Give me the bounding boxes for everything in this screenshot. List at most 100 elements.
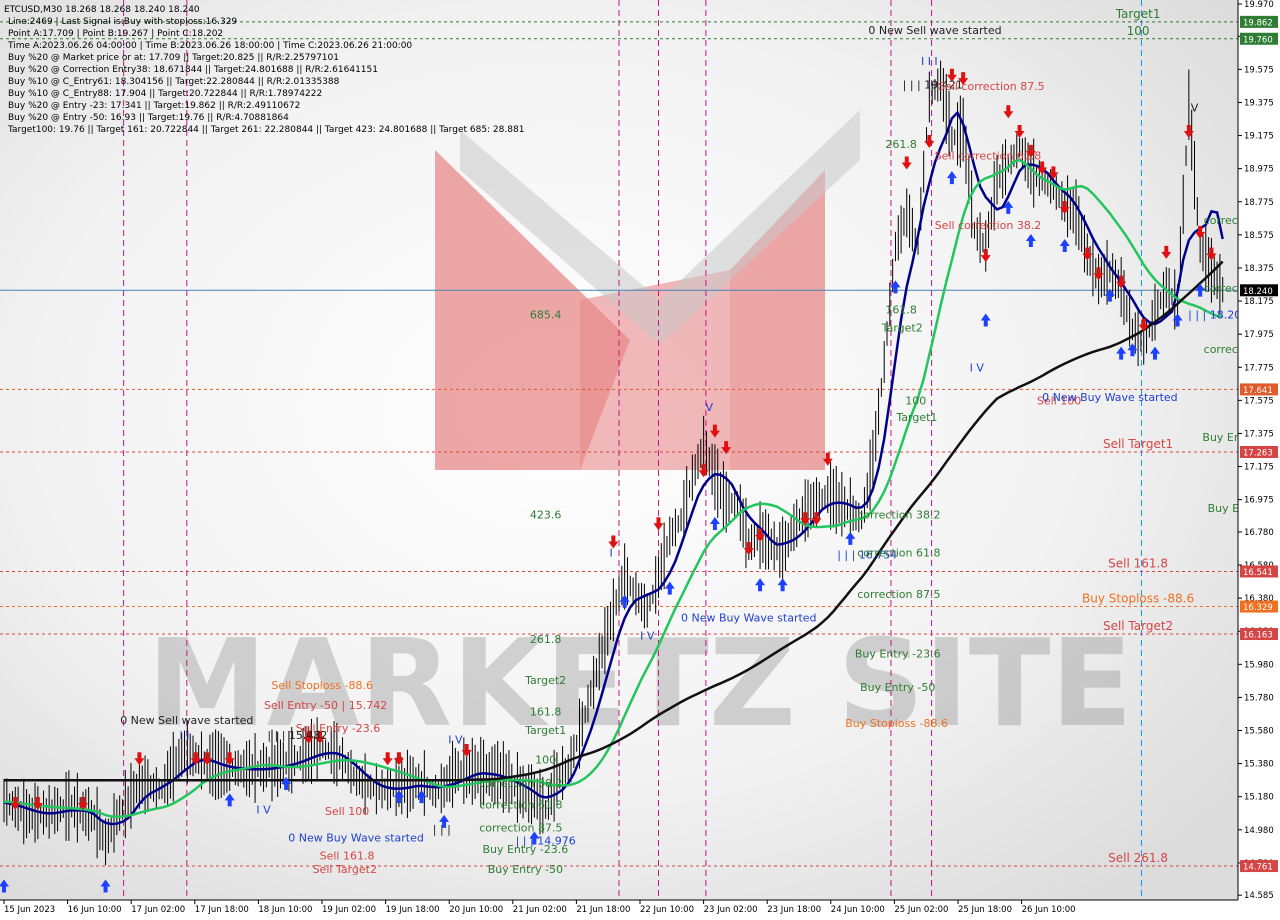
- x-tick-label: 24 Jun 10:00: [831, 905, 885, 915]
- y-tick-label: 18.775: [1244, 198, 1274, 208]
- info-line: Buy %10 @ C_Entry61: 18.304156 || Target…: [8, 77, 340, 87]
- price-tag-text: 17.263: [1243, 448, 1273, 458]
- price-tag-text: 19.862: [1243, 18, 1273, 28]
- info-line: Buy %20 @ Market price or at: 17.709 || …: [8, 53, 339, 63]
- x-tick-label: 17 Jun 02:00: [131, 905, 185, 915]
- x-tick-label: 20 Jun 10:00: [449, 905, 503, 915]
- y-tick-label: 15.380: [1244, 760, 1274, 770]
- y-tick-label: 16.780: [1244, 528, 1274, 538]
- y-tick-label: 16.975: [1244, 496, 1274, 506]
- price-tag-text: 19.760: [1243, 35, 1273, 45]
- annotation-label: 0 New Buy Wave started: [288, 831, 424, 844]
- annotation-label: 0 New Sell wave started: [868, 24, 1001, 37]
- annotation-label: correction 38.2: [857, 509, 940, 522]
- y-tick-label: 17.175: [1244, 463, 1274, 473]
- x-tick-label: 22 Jun 10:00: [640, 905, 694, 915]
- y-tick-label: 19.970: [1244, 0, 1274, 10]
- info-line: Time A:2023.06.26 04:00:00 | Time B:2023…: [7, 41, 412, 51]
- annotation-label: I V: [448, 734, 463, 747]
- price-tag-text: 14.761: [1243, 863, 1273, 873]
- x-tick-label: 17 Jun 18:00: [195, 905, 249, 915]
- annotation-label: I V: [256, 803, 271, 816]
- annotation-label: Buy Entry -50: [860, 681, 935, 694]
- y-tick-label: 19.375: [1244, 98, 1274, 108]
- level-label: Target1: [1115, 7, 1161, 21]
- annotation-label: 161.8: [530, 706, 562, 719]
- price-tag-text: 16.541: [1243, 568, 1273, 578]
- annotation-label: Target1: [895, 411, 937, 424]
- annotation-label: 0 New Sell wave started: [120, 714, 253, 727]
- price-tag-text: 16.163: [1243, 631, 1273, 641]
- annotation-label: Buy Entry -50: [488, 863, 563, 876]
- y-tick-label: 18.175: [1244, 297, 1274, 307]
- y-tick-label: 18.375: [1244, 264, 1274, 274]
- current-price-tag-text: 18.240: [1243, 287, 1273, 297]
- x-tick-label: 25 Jun 02:00: [894, 905, 948, 915]
- y-tick-label: 15.580: [1244, 727, 1274, 737]
- annotation-label: 685.4: [530, 308, 562, 321]
- annotation-label: correction 38.2: [479, 777, 562, 790]
- x-tick-label: 23 Jun 18:00: [767, 905, 821, 915]
- annotation-label: 423.6: [530, 509, 562, 522]
- y-tick-label: 17.575: [1244, 396, 1274, 406]
- annotation-label: Sell 161.8: [320, 850, 375, 863]
- x-tick-label: 21 Jun 18:00: [576, 905, 630, 915]
- annotation-label: correction 61.8: [479, 798, 562, 811]
- y-tick-label: 15.180: [1244, 793, 1274, 803]
- x-tick-label: 21 Jun 02:00: [513, 905, 567, 915]
- level-label: 100: [1127, 24, 1150, 38]
- symbol-header: ETCUSD,M30 18.268 18.268 18.240 18.240: [4, 5, 200, 15]
- level-label: Buy Stoploss -88.6: [1082, 592, 1194, 606]
- info-line: Point A:17.709 | Point B:19.267 | Point …: [8, 29, 223, 39]
- annotation-label: Sell 100: [325, 805, 369, 818]
- annotation-label: I I: [180, 729, 190, 742]
- info-line: Buy %20 @ Entry -23: 17.341 || Target:19…: [8, 101, 300, 111]
- annotation-label: V: [1191, 102, 1199, 115]
- annotation-label: | | | 15.482: [267, 729, 327, 742]
- info-line: Buy %20 @ Entry -50: 16.93 || Target:19.…: [8, 113, 289, 123]
- y-tick-label: 19.175: [1244, 132, 1274, 142]
- annotation-label: Sell Target2: [313, 863, 377, 876]
- x-tick-label: 19 Jun 02:00: [322, 905, 376, 915]
- annotation-label: correction 61.8: [857, 547, 940, 560]
- annotation-label: Target1: [524, 724, 566, 737]
- annotation-label: correction 87.5: [479, 821, 562, 834]
- y-tick-label: 17.975: [1244, 330, 1274, 340]
- annotation-label: I: [609, 547, 612, 560]
- annotation-label: Buy Entry -23.6: [855, 648, 941, 661]
- level-label: Sell 161.8: [1108, 556, 1168, 570]
- annotation-label: correction 87.5: [857, 588, 940, 601]
- x-tick-label: 25 Jun 18:00: [958, 905, 1012, 915]
- annotation-label: Sell correction 87.5: [938, 80, 1045, 93]
- annotation-label: Sell Entry -50 | 15.742: [264, 699, 387, 712]
- annotation-label: 0 New Buy Wave started: [681, 611, 817, 624]
- annotation-label: Buy Stoploss -88.6: [845, 717, 948, 730]
- info-line: Target100: 19.76 || Target 161: 20.72284…: [7, 125, 524, 135]
- x-tick-label: 18 Jun 10:00: [258, 905, 312, 915]
- annotation-label: 0 New Buy Wave started: [1042, 391, 1178, 404]
- x-tick-label: 26 Jun 10:00: [1022, 905, 1076, 915]
- annotation-label: Sell correction 38.2: [935, 219, 1042, 232]
- y-tick-label: 14.980: [1244, 826, 1274, 836]
- annotation-label: I V: [970, 361, 985, 374]
- annotation-label: 261.8: [885, 138, 917, 151]
- y-tick-label: 18.975: [1244, 165, 1274, 175]
- x-tick-label: 16 Jun 10:00: [68, 905, 122, 915]
- annotation-label: Buy Entry -23.6: [482, 843, 568, 856]
- level-label: Sell Target2: [1103, 619, 1173, 633]
- annotation-label: 161.8: [885, 303, 917, 316]
- info-line: Line:2469 | Last Signal is:Buy with stop…: [8, 17, 237, 27]
- y-tick-label: 19.575: [1244, 65, 1274, 75]
- y-tick-label: 17.375: [1244, 429, 1274, 439]
- y-tick-label: 17.775: [1244, 363, 1274, 373]
- annotation-label: Sell Stoploss -88.6: [271, 679, 373, 692]
- level-label: Sell 261.8: [1108, 851, 1168, 865]
- chart-root: MARKETZ SITE Target1 100 Sell Target1 Sell …: [0, 0, 1280, 920]
- annotation-label: | | |: [433, 823, 451, 836]
- price-tag-text: 16.329: [1243, 603, 1273, 613]
- annotation-label: V: [706, 401, 714, 414]
- price-tag-text: 17.641: [1243, 386, 1273, 396]
- info-line: Buy %10 @ C_Entry88: 17.904 || Target:20…: [8, 89, 322, 99]
- chart-canvas[interactable]: MARKETZ SITE Target1100Sell Target1Sell …: [0, 0, 1280, 920]
- info-line: Buy %20 @ Correction Entry38: 18.671844 …: [8, 65, 378, 75]
